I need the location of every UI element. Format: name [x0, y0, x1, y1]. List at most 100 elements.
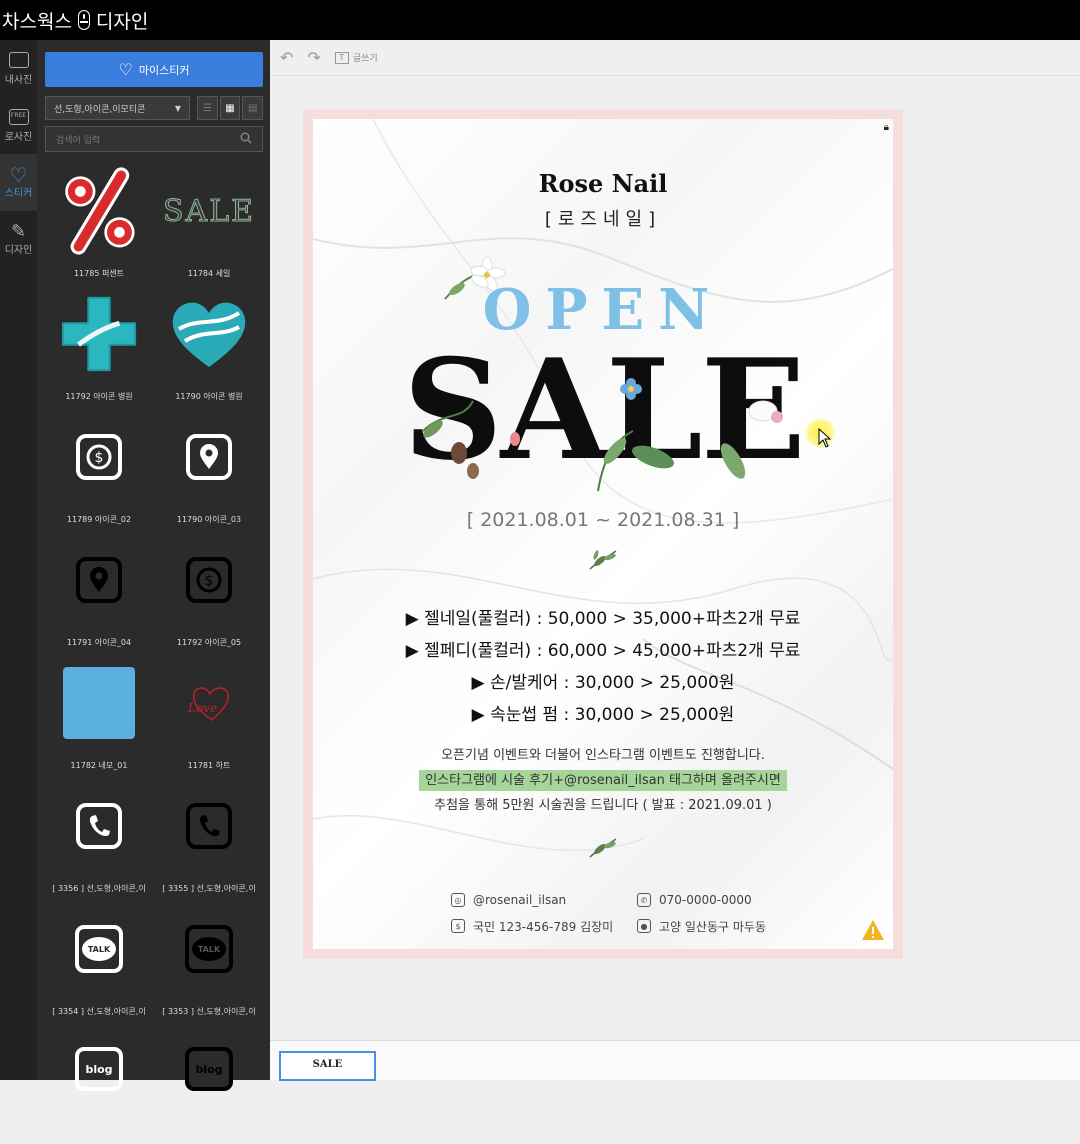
- talk-text: TALK: [82, 937, 116, 961]
- brand-name[interactable]: Rose Nail: [313, 169, 893, 198]
- phone-number[interactable]: 070-0000-0000: [659, 893, 752, 907]
- svg-text:Love: Love: [187, 701, 217, 715]
- warning-icon[interactable]: [861, 919, 885, 941]
- blog-text: blog: [75, 1047, 123, 1091]
- sticker-caption: 11782 네모_01: [70, 761, 128, 770]
- brand-subtitle[interactable]: [로즈네일]: [313, 205, 893, 231]
- design-canvas[interactable]: 🔒︎ Rose Nail [로즈네일] OPEN SALE [2021.08.…: [303, 109, 903, 959]
- app-title: 차스웍스: [2, 10, 72, 33]
- rail-label: 스티커: [4, 188, 33, 199]
- category-select[interactable]: 선,도형,아이콘,이모티콘 ▼: [45, 96, 190, 120]
- heart-icon: ♡: [9, 163, 28, 187]
- sticker-caption: 11789 아이콘_02: [66, 515, 132, 524]
- notice-line[interactable]: 오픈기념 이벤트와 더불어 인스타그램 이벤트도 진행합니다.: [313, 743, 893, 768]
- address[interactable]: 고양 일산동구 마두동: [659, 918, 766, 935]
- sticker-caption: 11792 아이콘_05: [176, 638, 242, 647]
- my-sticker-label: 마이스티커: [138, 63, 190, 77]
- floral-decoration: [422, 378, 783, 491]
- sticker-item[interactable]: 11790 아이콘_03: [155, 406, 263, 529]
- sticker-item[interactable]: TALK [ 3353 ] 선,도형,아이콘,이: [155, 898, 263, 1021]
- sticker-item[interactable]: 11791 아이콘_04: [45, 529, 153, 652]
- phone-icon: [169, 781, 249, 871]
- sticker-caption: [ 3356 ] 선,도형,아이콘,이: [52, 884, 146, 893]
- redo-icon[interactable]: ↷: [307, 48, 320, 67]
- title-bar: 차스웍스 디자인: [0, 0, 1080, 40]
- mouse-pointer-icon: [818, 428, 832, 448]
- medical-cross-icon: [59, 289, 139, 379]
- search-icon[interactable]: [240, 132, 252, 147]
- instagram-icon: ◎: [451, 893, 465, 907]
- location-pin-icon: [169, 412, 249, 502]
- sticker-item[interactable]: $ 11792 아이콘_05: [155, 529, 263, 652]
- bank-account[interactable]: 국민 123-456-789 김장미: [473, 918, 613, 935]
- sticker-item[interactable]: Love 11781 하트: [155, 652, 263, 775]
- price-item[interactable]: ▶ 속눈썹 펌 : 30,000 > 25,000원: [313, 699, 893, 731]
- my-sticker-button[interactable]: ♡ 마이스티커: [45, 52, 263, 87]
- heart-icon: ♡: [118, 60, 133, 79]
- tool-rail: 내사진 FREE 로사진 ♡ 스티커 ✎ 디자인: [0, 40, 37, 1080]
- percent-icon: [59, 166, 139, 256]
- text-icon: T: [334, 51, 349, 64]
- sticker-caption: [ 3355 ] 선,도형,아이콘,이: [162, 884, 256, 893]
- sticker-item[interactable]: 11785 퍼센트: [45, 160, 153, 283]
- sticker-item[interactable]: 11792 아이콘 병원: [45, 283, 153, 406]
- sticker-panel: ♡ 마이스티커 선,도형,아이콘,이모티콘 ▼ ☰ ▦ ▤ 검색어 입력 117…: [37, 40, 270, 1091]
- text-tool-button[interactable]: T 글쓰기: [334, 51, 378, 64]
- large-view-icon[interactable]: ▤: [242, 96, 264, 120]
- sticker-item[interactable]: 11790 아이콘 병원: [155, 283, 263, 406]
- lock-icon[interactable]: 🔒︎: [884, 122, 889, 133]
- search-input[interactable]: 검색어 입력: [45, 126, 263, 152]
- sticker-caption: 11781 하트: [187, 761, 231, 770]
- view-toggle-group: ☰ ▦ ▤: [197, 96, 264, 120]
- chevron-down-icon: ▼: [174, 103, 181, 113]
- heart-icon: [169, 289, 249, 379]
- sticker-caption: 11784 세일: [187, 269, 231, 278]
- sticker-caption: 11792 아이콘 병원: [65, 392, 133, 401]
- phone-icon: [59, 781, 139, 871]
- rail-item-my-photos[interactable]: 내사진: [0, 40, 37, 97]
- talk-bubble-icon: TALK: [169, 904, 249, 994]
- event-dates[interactable]: [ 2021.08.01 ~ 2021.08.31 ]: [313, 509, 893, 531]
- rail-label: 내사진: [4, 74, 33, 86]
- sticker-caption: 11791 아이콘_04: [66, 638, 132, 647]
- rail-item-design[interactable]: ✎ 디자인: [0, 211, 37, 268]
- sticker-item[interactable]: SALE 11784 세일: [155, 160, 263, 283]
- undo-icon[interactable]: ↶: [280, 48, 293, 67]
- talk-bubble-icon: TALK: [59, 904, 139, 994]
- grid-view-icon[interactable]: ▦: [219, 96, 241, 120]
- search-placeholder: 검색어 입력: [56, 135, 101, 146]
- sticker-item[interactable]: [ 3356 ] 선,도형,아이콘,이: [45, 775, 153, 898]
- app-title-design: 디자인: [95, 10, 149, 33]
- notice-line[interactable]: 추첨을 통해 5만원 시술권을 드립니다 ( 발표 : 2021.09.01 ): [313, 793, 893, 818]
- poster-card[interactable]: 🔒︎ Rose Nail [로즈네일] OPEN SALE [2021.08.…: [313, 119, 893, 949]
- rail-item-stickers[interactable]: ♡ 스티커: [0, 154, 37, 211]
- leaf-icon: [589, 550, 617, 570]
- sticker-item[interactable]: 11782 네모_01: [45, 652, 153, 775]
- price-item[interactable]: ▶ 손/발케어 : 30,000 > 25,000원: [313, 667, 893, 699]
- sticker-caption: [ 3354 ] 선,도형,아이콘,이: [52, 1007, 146, 1016]
- sticker-item[interactable]: $ 11789 아이콘_02: [45, 406, 153, 529]
- page-thumbnail[interactable]: SALE: [279, 1051, 376, 1081]
- leaf-icon: [589, 838, 617, 858]
- talk-text: TALK: [192, 937, 226, 961]
- dollar-icon: $: [59, 412, 139, 502]
- sticker-item[interactable]: [ 3355 ] 선,도형,아이콘,이: [155, 775, 263, 898]
- rail-item-free-photos[interactable]: FREE 로사진: [0, 97, 37, 154]
- marble-background: [313, 119, 893, 852]
- sticker-item[interactable]: blog: [155, 1021, 263, 1144]
- page-filmstrip: SALE: [270, 1040, 1080, 1081]
- contact-info: ◎ @rosenail_ilsan ✆ 070-0000-0000 $ 국민 123-…: [451, 887, 791, 939]
- list-view-icon[interactable]: ☰: [197, 96, 218, 120]
- dollar-icon: $: [451, 919, 465, 933]
- price-list: ▶ 젤네일(풀컬러) : 50,000 > 35,000+파츠2개 무료 ▶ 젤…: [313, 603, 893, 731]
- sticker-caption: 11785 퍼센트: [73, 269, 125, 278]
- sticker-item[interactable]: blog: [45, 1021, 153, 1144]
- price-item[interactable]: ▶ 젤네일(풀컬러) : 50,000 > 35,000+파츠2개 무료: [313, 603, 893, 635]
- price-item[interactable]: ▶ 젤페디(풀컬러) : 60,000 > 45,000+파츠2개 무료: [313, 635, 893, 667]
- sticker-item[interactable]: TALK [ 3354 ] 선,도형,아이콘,이: [45, 898, 153, 1021]
- sticker-caption: [ 3353 ] 선,도형,아이콘,이: [162, 1007, 256, 1016]
- mouse-icon: [77, 10, 90, 30]
- notice-highlight[interactable]: 인스타그램에 시술 후기+@rosenail_ilsan 태그하며 올려주시면: [419, 770, 787, 791]
- free-photo-icon: FREE: [8, 108, 29, 125]
- instagram-handle[interactable]: @rosenail_ilsan: [473, 893, 566, 907]
